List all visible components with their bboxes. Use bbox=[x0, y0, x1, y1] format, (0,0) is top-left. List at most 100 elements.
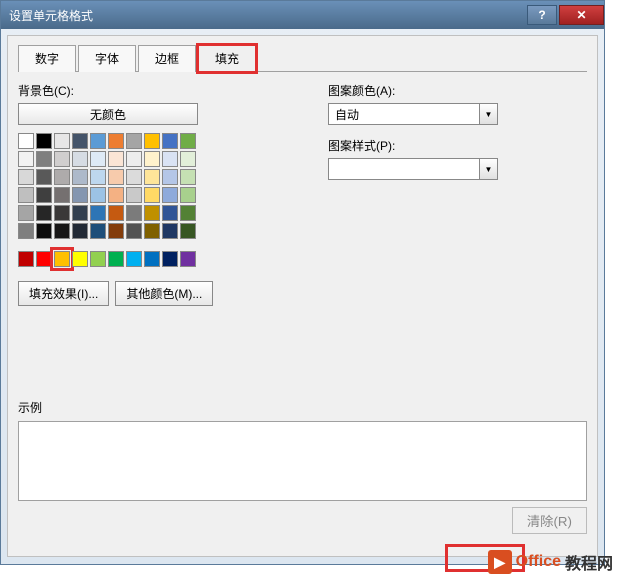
color-swatch[interactable] bbox=[108, 187, 124, 203]
standard-color-swatch[interactable] bbox=[36, 251, 52, 267]
standard-color-swatch[interactable] bbox=[72, 251, 88, 267]
color-swatch[interactable] bbox=[36, 151, 52, 167]
color-swatch[interactable] bbox=[108, 133, 124, 149]
color-swatch[interactable] bbox=[90, 187, 106, 203]
color-swatch[interactable] bbox=[126, 133, 142, 149]
color-swatch[interactable] bbox=[54, 133, 70, 149]
chevron-down-icon: ▼ bbox=[479, 104, 497, 124]
nocolor-label: 无颜色 bbox=[90, 106, 126, 123]
color-swatch[interactable] bbox=[126, 223, 142, 239]
color-swatch[interactable] bbox=[18, 151, 34, 167]
watermark: ▶ Office教程网 bbox=[488, 550, 613, 574]
color-swatch[interactable] bbox=[126, 169, 142, 185]
color-swatch[interactable] bbox=[36, 133, 52, 149]
sample-preview bbox=[18, 421, 587, 501]
pattern-style-label: 图案样式(P): bbox=[328, 137, 528, 154]
color-swatch[interactable] bbox=[162, 223, 178, 239]
color-swatch[interactable] bbox=[180, 151, 196, 167]
standard-color-swatch[interactable] bbox=[126, 251, 142, 267]
color-swatch[interactable] bbox=[162, 169, 178, 185]
color-swatch[interactable] bbox=[180, 205, 196, 221]
tab-font[interactable]: 字体 bbox=[78, 45, 136, 72]
fill-effects-button[interactable]: 填充效果(I)... bbox=[18, 281, 109, 306]
color-swatch[interactable] bbox=[126, 205, 142, 221]
color-swatch[interactable] bbox=[90, 205, 106, 221]
tab-number[interactable]: 数字 bbox=[18, 45, 76, 72]
pattern-color-value: 自动 bbox=[335, 106, 359, 123]
color-swatch[interactable] bbox=[108, 169, 124, 185]
color-swatch[interactable] bbox=[72, 133, 88, 149]
window-title: 设置单元格格式 bbox=[9, 7, 93, 24]
office-logo-icon: ▶ bbox=[488, 550, 512, 574]
color-swatch[interactable] bbox=[72, 187, 88, 203]
clear-button[interactable]: 清除(R) bbox=[512, 507, 587, 534]
chevron-down-icon: ▼ bbox=[479, 159, 497, 179]
color-swatch[interactable] bbox=[162, 151, 178, 167]
color-swatch[interactable] bbox=[36, 187, 52, 203]
titlebar: 设置单元格格式 ? ✕ bbox=[1, 1, 604, 29]
color-swatch[interactable] bbox=[54, 169, 70, 185]
standard-color-swatch[interactable] bbox=[180, 251, 196, 267]
color-swatch[interactable] bbox=[144, 223, 160, 239]
color-swatch[interactable] bbox=[180, 169, 196, 185]
color-swatch[interactable] bbox=[126, 187, 142, 203]
color-swatch[interactable] bbox=[180, 187, 196, 203]
color-swatch[interactable] bbox=[36, 223, 52, 239]
color-swatch[interactable] bbox=[108, 205, 124, 221]
color-swatch[interactable] bbox=[180, 223, 196, 239]
color-swatch[interactable] bbox=[18, 223, 34, 239]
color-swatch[interactable] bbox=[144, 187, 160, 203]
standard-color-swatch[interactable] bbox=[144, 251, 160, 267]
help-button[interactable]: ? bbox=[527, 5, 557, 25]
nocolor-button[interactable]: 无颜色 bbox=[18, 103, 198, 125]
color-swatch[interactable] bbox=[144, 205, 160, 221]
color-swatch[interactable] bbox=[18, 187, 34, 203]
color-swatch[interactable] bbox=[72, 151, 88, 167]
color-swatch[interactable] bbox=[72, 205, 88, 221]
pattern-style-dropdown[interactable]: ▼ bbox=[328, 158, 498, 180]
standard-color-swatch[interactable] bbox=[54, 251, 70, 267]
button-row: 填充效果(I)... 其他颜色(M)... bbox=[18, 281, 268, 306]
standard-color-swatch[interactable] bbox=[18, 251, 34, 267]
color-swatch[interactable] bbox=[144, 169, 160, 185]
color-swatch[interactable] bbox=[90, 223, 106, 239]
color-swatch[interactable] bbox=[108, 223, 124, 239]
color-swatch[interactable] bbox=[108, 151, 124, 167]
standard-color-swatch[interactable] bbox=[90, 251, 106, 267]
color-swatch[interactable] bbox=[126, 151, 142, 167]
more-colors-button[interactable]: 其他颜色(M)... bbox=[115, 281, 213, 306]
color-swatch[interactable] bbox=[144, 133, 160, 149]
color-swatch[interactable] bbox=[162, 205, 178, 221]
color-swatch[interactable] bbox=[144, 151, 160, 167]
standard-color-swatch[interactable] bbox=[108, 251, 124, 267]
standard-color-row bbox=[18, 251, 268, 267]
color-swatch[interactable] bbox=[54, 205, 70, 221]
sample-label: 示例 bbox=[18, 399, 42, 416]
standard-color-swatch[interactable] bbox=[162, 251, 178, 267]
close-button[interactable]: ✕ bbox=[559, 5, 604, 25]
color-swatch[interactable] bbox=[72, 169, 88, 185]
color-swatch[interactable] bbox=[18, 205, 34, 221]
right-column: 图案颜色(A): 自动 ▼ 图案样式(P): ▼ bbox=[328, 82, 528, 306]
color-swatch[interactable] bbox=[36, 169, 52, 185]
color-swatch[interactable] bbox=[90, 133, 106, 149]
color-swatch[interactable] bbox=[18, 169, 34, 185]
dialog-window: 设置单元格格式 ? ✕ 数字 字体 边框 填充 背景色(C): 无颜色 填充效果… bbox=[0, 0, 605, 565]
color-swatch[interactable] bbox=[36, 205, 52, 221]
color-swatch[interactable] bbox=[90, 151, 106, 167]
tab-border[interactable]: 边框 bbox=[138, 45, 196, 72]
color-swatch[interactable] bbox=[54, 223, 70, 239]
left-column: 背景色(C): 无颜色 填充效果(I)... 其他颜色(M)... bbox=[18, 82, 268, 306]
color-swatch[interactable] bbox=[54, 151, 70, 167]
tab-fill[interactable]: 填充 bbox=[198, 45, 256, 72]
color-swatch[interactable] bbox=[90, 169, 106, 185]
color-swatch[interactable] bbox=[162, 187, 178, 203]
color-swatch[interactable] bbox=[162, 133, 178, 149]
watermark-brand1: Office bbox=[516, 553, 561, 571]
color-swatch[interactable] bbox=[18, 133, 34, 149]
color-swatch[interactable] bbox=[180, 133, 196, 149]
color-swatch[interactable] bbox=[72, 223, 88, 239]
pattern-color-label: 图案颜色(A): bbox=[328, 82, 528, 99]
pattern-color-dropdown[interactable]: 自动 ▼ bbox=[328, 103, 498, 125]
color-swatch[interactable] bbox=[54, 187, 70, 203]
